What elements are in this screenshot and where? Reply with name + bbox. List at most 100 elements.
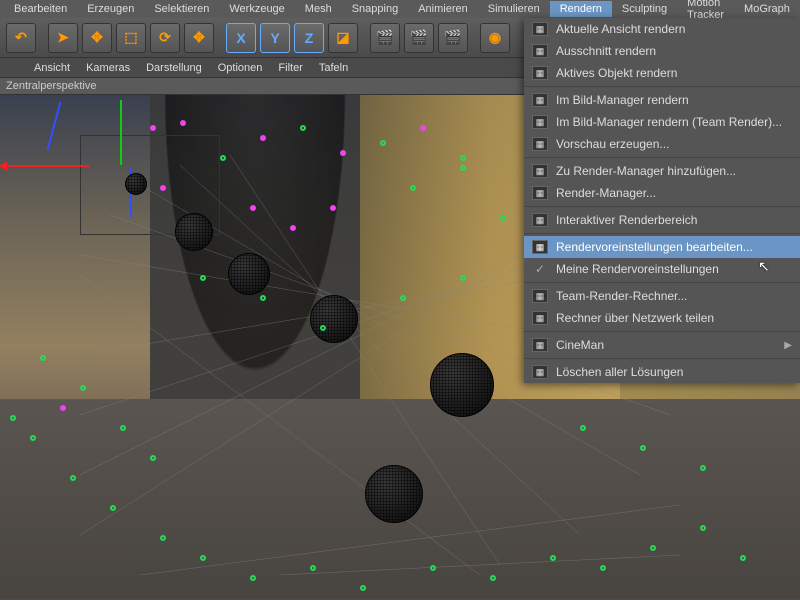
undefined-icon: ▦	[532, 338, 548, 352]
tracker-point	[600, 565, 606, 571]
render-icon: ▦	[532, 44, 548, 58]
axis-y-toggle[interactable]: Y	[260, 23, 290, 53]
view-menu-kameras[interactable]: Kameras	[86, 62, 130, 74]
dd-item-interaktiver-renderbereich[interactable]: ▦Interaktiver Renderbereich	[524, 209, 800, 231]
dd-item-meine-rendervoreinstellungen[interactable]: ✓ Meine Rendervoreinstellungen	[524, 258, 800, 280]
menu-selektieren[interactable]: Selektieren	[144, 1, 219, 17]
dd-item-rendervoreinstellungen-bearbei[interactable]: ▦Rendervoreinstellungen bearbeiten...	[524, 236, 800, 258]
menu-erzeugen[interactable]: Erzeugen	[77, 1, 144, 17]
delete-icon: ▦	[532, 365, 548, 379]
tracker-point	[260, 295, 266, 301]
tracker-point	[410, 185, 416, 191]
sphere-object[interactable]	[430, 353, 494, 417]
tracker-point	[330, 205, 336, 211]
view-menu-tafeln[interactable]: Tafeln	[319, 62, 348, 74]
view-menu-filter[interactable]: Filter	[278, 62, 302, 74]
tracker-point	[310, 565, 316, 571]
render-settings-button[interactable]: 🎬	[438, 23, 468, 53]
tracker-point	[260, 135, 266, 141]
tracker-point	[580, 425, 586, 431]
tracker-point	[200, 275, 206, 281]
sphere-object[interactable]	[365, 465, 423, 523]
dd-label: Ausschnitt rendern	[556, 44, 656, 58]
dd-item-aktuelle-ansicht-rendern[interactable]: ▦Aktuelle Ansicht rendern	[524, 18, 800, 40]
dd-item-im-bild-manager-rendern[interactable]: ▦Im Bild-Manager rendern	[524, 89, 800, 111]
tracker-point	[500, 215, 506, 221]
render-icon: ▦	[532, 186, 548, 200]
view-menu-ansicht[interactable]: Ansicht	[34, 62, 70, 74]
tracker-point	[640, 445, 646, 451]
primitive-button[interactable]: ◉	[480, 23, 510, 53]
tracker-point	[490, 575, 496, 581]
net-icon: ▦	[532, 311, 548, 325]
render-view-button[interactable]: 🎬	[370, 23, 400, 53]
dd-label: Im Bild-Manager rendern (Team Render)...	[556, 115, 782, 129]
dd-label: CineMan	[556, 338, 604, 352]
tracker-point	[400, 295, 406, 301]
tracker-point	[360, 585, 366, 591]
render-icon: ▦	[532, 93, 548, 107]
axis-x-toggle[interactable]: X	[226, 23, 256, 53]
tracker-point	[250, 205, 256, 211]
dd-item-ausschnitt-rendern[interactable]: ▦ Ausschnitt rendern	[524, 40, 800, 62]
undo-button[interactable]: ↶	[6, 23, 36, 53]
scale-tool[interactable]: ⬚	[116, 23, 146, 53]
dd-item-team-render-rechner-[interactable]: ▦Team-Render-Rechner...	[524, 285, 800, 307]
coord-system[interactable]: ◪	[328, 23, 358, 53]
menu-rendern[interactable]: Rendern	[550, 1, 612, 17]
dd-label: Rendervoreinstellungen bearbeiten...	[556, 240, 753, 254]
move-tool[interactable]: ✥	[82, 23, 112, 53]
tracker-point	[650, 545, 656, 551]
sphere-object[interactable]	[175, 213, 213, 251]
last-tool[interactable]: ✥	[184, 23, 214, 53]
tracker-point	[700, 525, 706, 531]
view-menu-darstellung[interactable]: Darstellung	[146, 62, 202, 74]
tracker-point	[460, 165, 466, 171]
menu-bearbeiten[interactable]: Bearbeiten	[4, 1, 77, 17]
menu-animieren[interactable]: Animieren	[408, 1, 478, 17]
tracker-point	[460, 155, 466, 161]
dd-label: Aktives Objekt rendern	[556, 66, 677, 80]
menu-simulieren[interactable]: Simulieren	[478, 1, 550, 17]
sphere-object[interactable]	[228, 253, 270, 295]
dd-label: Rechner über Netzwerk teilen	[556, 311, 714, 325]
dd-item-rechner-ber-netzwerk-teilen[interactable]: ▦ Rechner über Netzwerk teilen	[524, 307, 800, 329]
view-menu-optionen[interactable]: Optionen	[218, 62, 263, 74]
sphere-object[interactable]	[310, 295, 358, 343]
check-icon: ✓	[532, 262, 548, 276]
dd-label: Interaktiver Renderbereich	[556, 213, 697, 227]
menubar: Bearbeiten Erzeugen Selektieren Werkzeug…	[0, 0, 800, 18]
menu-snapping[interactable]: Snapping	[342, 1, 409, 17]
tracker-point	[30, 435, 36, 441]
menu-mesh[interactable]: Mesh	[295, 1, 342, 17]
menu-mograph[interactable]: MoGraph	[734, 1, 800, 17]
sphere-object[interactable]	[125, 173, 147, 195]
dd-item-cineman[interactable]: ▦CineMan▶	[524, 334, 800, 356]
render-icon: ▦	[532, 164, 548, 178]
render-dropdown: ▦Aktuelle Ansicht rendern ▦ Ausschnitt ren…	[524, 18, 800, 383]
tracker-point	[250, 575, 256, 581]
tracker-point	[80, 385, 86, 391]
menu-sculpting[interactable]: Sculpting	[612, 1, 677, 17]
select-tool[interactable]: ➤	[48, 23, 78, 53]
menu-werkzeuge[interactable]: Werkzeuge	[219, 1, 294, 17]
dd-item-aktives-objekt-rendern[interactable]: ▦Aktives Objekt rendern	[524, 62, 800, 84]
tracker-point	[550, 555, 556, 561]
dd-label: Meine Rendervoreinstellungen	[556, 262, 719, 276]
rotate-tool[interactable]: ⟳	[150, 23, 180, 53]
dd-label: Vorschau erzeugen...	[556, 137, 669, 151]
tracker-point	[700, 465, 706, 471]
dd-item-zu-render-manager-hinzuf-gen-[interactable]: ▦Zu Render-Manager hinzufügen...	[524, 160, 800, 182]
dd-label: Team-Render-Rechner...	[556, 289, 687, 303]
render-pv-button[interactable]: 🎬	[404, 23, 434, 53]
dd-item-im-bild-manager-rendern-team-r[interactable]: ▦ Im Bild-Manager rendern (Team Render)..…	[524, 111, 800, 133]
dd-item-render-manager-[interactable]: ▦Render-Manager...	[524, 182, 800, 204]
dd-item-vorschau-erzeugen-[interactable]: ▦Vorschau erzeugen...	[524, 133, 800, 155]
tracker-point	[200, 555, 206, 561]
tracker-point	[120, 425, 126, 431]
axis-z-toggle[interactable]: Z	[294, 23, 324, 53]
dd-item-l-schen-aller-l-sungen[interactable]: ▦Löschen aller Lösungen	[524, 361, 800, 383]
tracker-point	[60, 405, 66, 411]
tracker-point	[340, 150, 346, 156]
render-icon: ▦	[532, 115, 548, 129]
